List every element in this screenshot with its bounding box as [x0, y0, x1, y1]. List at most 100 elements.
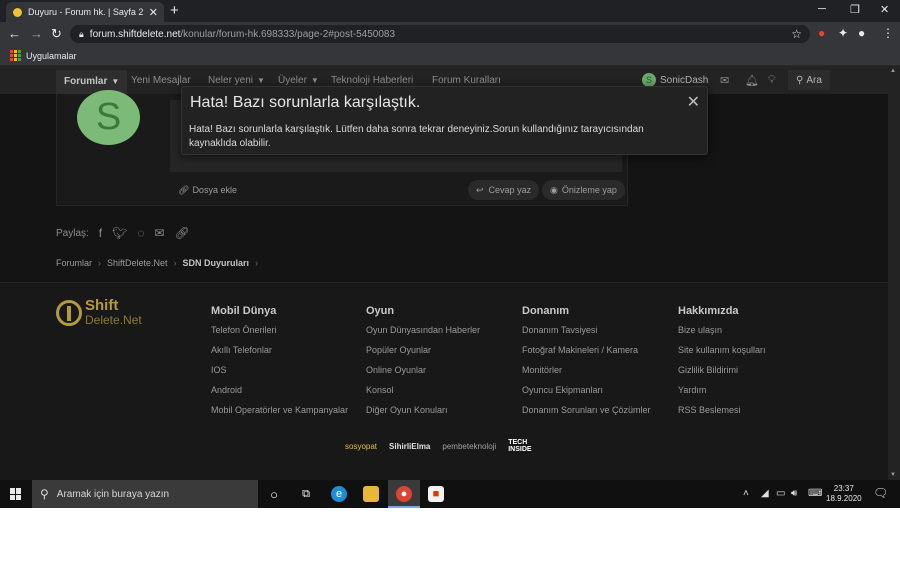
footer-link[interactable]: Popüler Oyunlar — [366, 345, 480, 365]
breadcrumb-item[interactable]: ShiftDelete.Net — [107, 258, 168, 268]
scroll-down-icon[interactable]: ▼ — [890, 472, 896, 478]
extension-icon[interactable]: ● — [818, 26, 825, 40]
footer-column-about: Hakkımızda Bize ulaşın Site kullanım koş… — [678, 305, 766, 425]
footer-link[interactable]: Fotoğraf Makineleri / Kamera — [522, 345, 651, 365]
whatsapp-icon[interactable]: ◌ — [137, 226, 144, 240]
footer-link[interactable]: Site kullanım koşulları — [678, 345, 766, 365]
breadcrumb-item[interactable]: Forumlar — [56, 258, 92, 268]
chrome-menu-icon[interactable]: ⋮ — [882, 26, 894, 40]
partner-logo[interactable]: sosyopat — [345, 442, 377, 451]
twitter-icon[interactable]: 🐦︎ — [112, 226, 127, 240]
user-menu[interactable]: S SonicDash — [642, 73, 708, 87]
close-icon[interactable]: ✕ — [687, 92, 700, 112]
edge-icon[interactable]: e — [331, 486, 347, 502]
footer-link[interactable]: Diğer Oyun Konuları — [366, 405, 480, 425]
browser-tab[interactable]: Duyuru - Forum hk. | Sayfa 2 | SD ✕ — [6, 2, 164, 22]
footer-link[interactable]: Bize ulaşın — [678, 325, 766, 345]
nav-new-posts[interactable]: Yeni Mesajlar — [131, 75, 191, 86]
url-bar[interactable]: 🔒︎ forum.shiftdelete.net /konular/forum-… — [70, 25, 810, 43]
footer-link[interactable]: Monitörler — [522, 365, 651, 385]
nav-members[interactable]: Üyeler ▼ — [278, 75, 319, 86]
username: SonicDash — [660, 74, 709, 86]
chevron-up-icon[interactable]: ˄ — [743, 488, 749, 499]
bulb-icon[interactable]: 💡︎ — [768, 74, 776, 87]
footer-link[interactable]: Donanım Tavsiyesi — [522, 325, 651, 345]
minimize-icon[interactable]: ─ — [818, 3, 826, 15]
url-path: /konular/forum-hk.698333/page-2#post-545… — [180, 28, 396, 40]
back-icon[interactable]: ← — [8, 26, 21, 41]
email-icon[interactable]: ✉ — [155, 226, 165, 240]
nav-tech-news[interactable]: Teknoloji Haberleri — [331, 75, 413, 86]
bell-icon[interactable]: 🔔︎ — [745, 74, 759, 87]
footer-link[interactable]: RSS Beslemesi — [678, 405, 766, 425]
footer-link[interactable]: Android — [211, 385, 348, 405]
link-icon[interactable]: 🔗︎ — [175, 226, 190, 240]
notifications-icon[interactable]: 🗨︎ — [873, 486, 888, 500]
file-explorer-icon[interactable] — [363, 486, 379, 502]
footer-column-title: Oyun — [366, 305, 395, 317]
partner-logos: sosyopat SihirliElma pembeteknoloji TECH… — [345, 439, 532, 453]
new-tab-button[interactable]: + — [170, 2, 179, 19]
attach-file-button[interactable]: 🔗︎ Dosya ekle — [170, 180, 245, 200]
footer-link[interactable]: Oyun Dünyasından Haberler — [366, 325, 480, 345]
breadcrumb-item[interactable]: SDN Duyuruları — [183, 258, 250, 268]
partner-logo[interactable]: pembeteknoloji — [442, 442, 496, 451]
share-bar: Paylaş: f 🐦︎ ◌ ✉ 🔗︎ — [56, 226, 190, 240]
forward-icon[interactable]: → — [30, 26, 43, 41]
share-label: Paylaş: — [56, 227, 89, 239]
partner-logo[interactable]: TECH INSIDE — [508, 439, 531, 453]
scroll-up-icon[interactable]: ▲ — [890, 68, 896, 74]
chevron-right-icon: › — [98, 258, 102, 268]
window-close-icon[interactable]: ✕ — [880, 3, 889, 16]
footer-link[interactable]: Konsol — [366, 385, 480, 405]
taskbar-search[interactable]: ⚲ Aramak için buraya yazın — [32, 480, 258, 508]
preview-label: Önizleme yap — [561, 185, 617, 195]
cortana-icon[interactable]: ○ — [266, 486, 282, 502]
screen: Duyuru - Forum hk. | Sayfa 2 | SD ✕ + ─ … — [0, 0, 900, 508]
network-icon[interactable]: ◢ — [761, 488, 769, 499]
volume-icon[interactable]: 🔊︎ — [791, 488, 797, 499]
shiftdelete-logo[interactable]: Shift Delete.Net — [56, 298, 142, 327]
nav-whats-new[interactable]: Neler yeni ▼ — [208, 75, 265, 86]
system-clock[interactable]: 23:37 18.9.2020 — [826, 484, 862, 504]
preview-button[interactable]: ◉ Önizleme yap — [542, 180, 625, 200]
windows-start-icon[interactable] — [10, 488, 22, 500]
footer-column-games: Oyun Oyun Dünyasından Haberler Popüler O… — [366, 305, 480, 425]
footer-link[interactable]: Yardım — [678, 385, 766, 405]
keyboard-icon[interactable]: ⌨ — [808, 488, 822, 499]
bookmark-star-icon[interactable]: ☆ — [791, 27, 802, 41]
chevron-down-icon: ▼ — [111, 77, 120, 86]
breadcrumb: Forumlar › ShiftDelete.Net › SDN Duyurul… — [56, 258, 258, 268]
reply-button[interactable]: ↩ Cevap yaz — [468, 180, 540, 200]
reload-icon[interactable]: ↻ — [51, 26, 62, 42]
footer-link[interactable]: Gizlilik Bildirimi — [678, 365, 766, 385]
clock-date: 18.9.2020 — [826, 494, 862, 503]
footer-link[interactable]: Telefon Önerileri — [211, 325, 348, 345]
nav-forum-rules[interactable]: Forum Kuralları — [432, 75, 501, 86]
restore-icon[interactable]: ❐ — [850, 3, 860, 16]
footer-link[interactable]: Online Oyunlar — [366, 365, 480, 385]
battery-icon[interactable]: ▭ — [776, 488, 785, 499]
error-modal: Hata! Bazı sorunlarla karşılaştık. ✕ Hat… — [181, 86, 708, 155]
inbox-icon[interactable]: ✉ — [720, 74, 729, 87]
windows-taskbar: ⚲ Aramak için buraya yazın ○ ⧉ e ● ■ ˄ ◢… — [0, 480, 900, 508]
page-scrollbar[interactable]: ▲ ▼ — [888, 66, 900, 480]
modal-message: Hata! Bazı sorunlarla karşılaştık. Lütfe… — [189, 124, 644, 149]
footer-link[interactable]: IOS — [211, 365, 348, 385]
chrome-taskbar-button[interactable]: ● — [388, 480, 420, 508]
task-view-icon[interactable]: ⧉ — [298, 486, 314, 502]
partner-logo[interactable]: SihirliElma — [389, 442, 430, 451]
profile-icon[interactable]: ● — [858, 26, 865, 40]
footer-link[interactable]: Donanım Sorunları ve Çözümler — [522, 405, 651, 425]
extensions-puzzle-icon[interactable]: ✦ — [838, 26, 848, 40]
tab-close-icon[interactable]: ✕ — [149, 6, 158, 19]
footer-link[interactable]: Mobil Operatörler ve Kampanyalar — [211, 405, 348, 425]
reply-label: Cevap yaz — [488, 185, 532, 195]
footer-link[interactable]: Oyuncu Ekipmanları — [522, 385, 651, 405]
footer-link[interactable]: Akıllı Telefonlar — [211, 345, 348, 365]
store-icon[interactable]: ■ — [428, 486, 444, 502]
facebook-icon[interactable]: f — [99, 226, 102, 240]
apps-shortcut[interactable]: Uygulamalar — [10, 50, 77, 61]
chrome-icon: ● — [396, 486, 412, 502]
search-button[interactable]: ⚲ Ara — [788, 70, 830, 90]
